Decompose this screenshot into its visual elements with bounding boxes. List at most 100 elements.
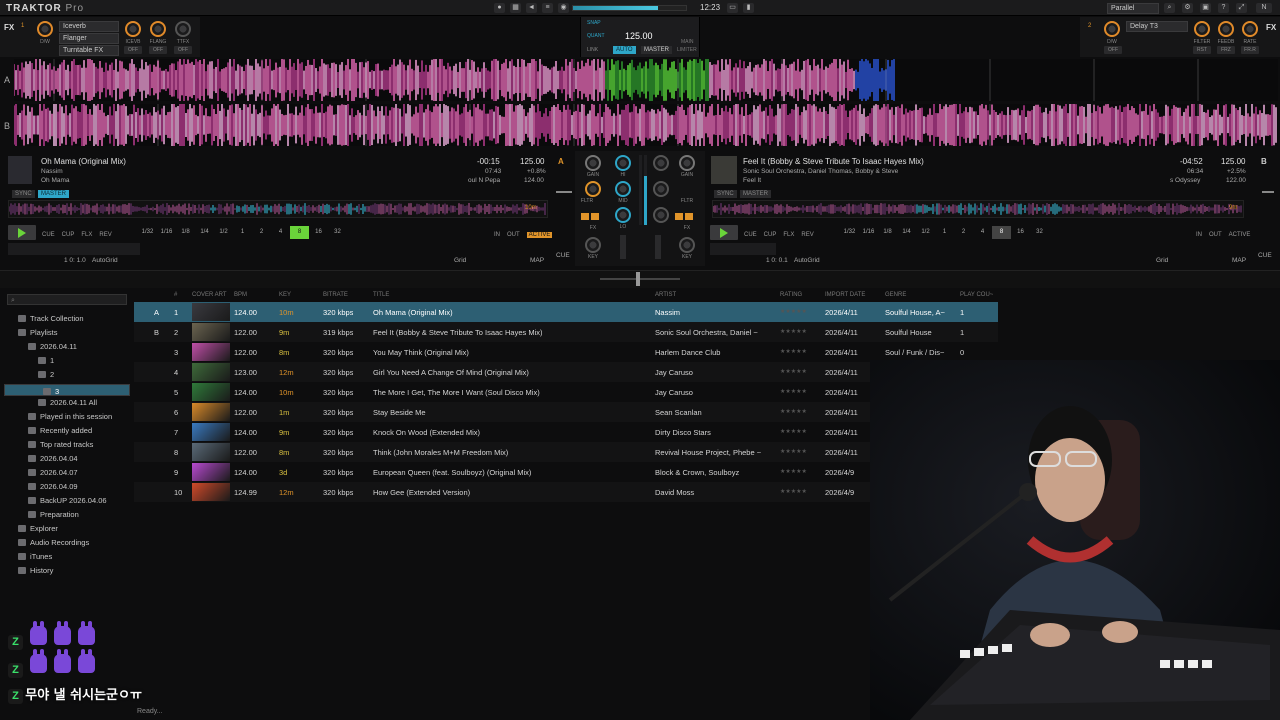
mixer-a-fx-knob[interactable]: [585, 181, 601, 197]
mixer-b-fx2-button[interactable]: [685, 213, 693, 220]
record-icon[interactable]: ●: [494, 3, 505, 13]
deck-b-overview[interactable]: [712, 200, 1244, 218]
column-header[interactable]: BPM: [234, 292, 247, 298]
fx-right-btn-2[interactable]: FRZ: [1217, 46, 1235, 54]
gear-icon[interactable]: ⚙: [1182, 3, 1193, 13]
mixer-a-channel-fader[interactable]: [620, 235, 626, 259]
column-header[interactable]: COVER ART: [192, 292, 227, 298]
fx-left-btn-2[interactable]: OFF: [149, 46, 167, 54]
table-row[interactable]: 7 124.00 9m 320 kbps Knock On Wood (Extended…: [134, 422, 998, 442]
table-row[interactable]: 6 122.00 1m 320 kbps Stay Beside Me Sean Scan…: [134, 402, 998, 422]
column-header[interactable]: TITLE: [373, 292, 389, 298]
deck-b-pitch-fader[interactable]: [1262, 191, 1274, 193]
deck-b-loop-1[interactable]: 1: [935, 226, 954, 239]
deck-a-active-button[interactable]: ACTIVE: [526, 232, 553, 238]
deck-b-rev-button[interactable]: REV: [801, 232, 813, 238]
row-rating-stars[interactable]: ★★★★★: [780, 328, 807, 335]
sidebar-item-explorer[interactable]: Explorer: [18, 524, 58, 533]
fx-left-knob-3[interactable]: [175, 21, 191, 37]
master-button[interactable]: MASTER: [641, 46, 673, 54]
row-rating-stars[interactable]: ★★★★★: [780, 368, 807, 375]
sidebar-item-audio-recordings[interactable]: Audio Recordings: [18, 538, 89, 547]
fx-left-slot-2[interactable]: Flanger: [59, 33, 119, 44]
fx-left-btn-1[interactable]: OFF: [124, 46, 142, 54]
deck-a-out-button[interactable]: OUT: [507, 232, 520, 238]
fx-left-dw-knob[interactable]: [37, 21, 53, 37]
table-row[interactable]: 4 123.00 12m 320 kbps Girl You Need A Change…: [134, 362, 998, 382]
deck-a-flx-button[interactable]: FLX: [81, 232, 92, 238]
deck-a-play-button[interactable]: [8, 225, 36, 240]
deck-a-in-button[interactable]: IN: [494, 232, 500, 238]
mixer-b-key-knob[interactable]: [679, 237, 695, 253]
sidebar-item-itunes[interactable]: iTunes: [18, 552, 52, 561]
row-rating-stars[interactable]: ★★★★★: [780, 468, 807, 475]
snap-label[interactable]: SNAP: [587, 20, 601, 26]
fx-right-feedb-knob[interactable]: [1218, 21, 1234, 37]
deck-a-loop-1-4[interactable]: 1/4: [195, 226, 214, 239]
deck-a-loop-4[interactable]: 4: [271, 226, 290, 239]
deck-a-loop-1-2[interactable]: 1/2: [214, 226, 233, 239]
deck-b-loop-1-16[interactable]: 1/16: [859, 226, 878, 239]
deck-b-loop-16[interactable]: 16: [1011, 226, 1030, 239]
fx-left-btn-3[interactable]: OFF: [174, 46, 192, 54]
deck-b-waveform[interactable]: [14, 104, 1278, 146]
broadcast-icon[interactable]: ◉: [558, 3, 569, 13]
column-header[interactable]: GENRE: [885, 292, 906, 298]
deck-b-bpm[interactable]: 125.00: [1221, 157, 1245, 166]
mixer-a-fx1-button[interactable]: [581, 213, 589, 220]
row-rating-stars[interactable]: ★★★★★: [780, 388, 807, 395]
deck-a-cue-button[interactable]: CUE: [42, 232, 55, 238]
column-header[interactable]: IMPORT DATE: [825, 292, 865, 298]
sidebar-item-track-collection[interactable]: Track Collection: [18, 314, 84, 323]
sidebar-item-2026-04-04[interactable]: 2026.04.04: [28, 454, 78, 463]
layout-icon[interactable]: ▣: [1200, 3, 1211, 13]
crossfader-handle[interactable]: [636, 272, 640, 286]
deck-a-loop-1-32[interactable]: 1/32: [138, 226, 157, 239]
deck-a-loop-1-8[interactable]: 1/8: [176, 226, 195, 239]
deck-a-bpm[interactable]: 125.00: [520, 157, 544, 166]
row-rating-stars[interactable]: ★★★★★: [780, 348, 807, 355]
row-rating-stars[interactable]: ★★★★★: [780, 308, 807, 315]
sidebar-item-recently-added[interactable]: Recently added: [28, 426, 92, 435]
table-row[interactable]: A 1 124.00 10m 320 kbps Oh Mama (Original Mix…: [134, 302, 998, 322]
deck-b-loop-4[interactable]: 4: [973, 226, 992, 239]
deck-a-autogrid[interactable]: AutoGrid: [92, 257, 118, 264]
deck-b-sync-button[interactable]: SYNC: [714, 190, 737, 198]
deck-a-master-button[interactable]: MASTER: [38, 190, 70, 198]
deck-b-in-button[interactable]: IN: [1196, 232, 1202, 238]
mixer-b-fx1-button[interactable]: [675, 213, 683, 220]
auto-button[interactable]: AUTO: [613, 46, 636, 54]
midi-icon[interactable]: ≡: [542, 3, 553, 13]
mixer-b-hi-knob[interactable]: [653, 155, 669, 171]
master-bpm[interactable]: 125.00: [625, 31, 653, 41]
row-rating-stars[interactable]: ★★★★★: [780, 448, 807, 455]
fx-left-knob-2[interactable]: [150, 21, 166, 37]
sidebar-item-history[interactable]: History: [18, 566, 53, 575]
deck-b-loop-1-4[interactable]: 1/4: [897, 226, 916, 239]
sidebar-item-played-in-this-session[interactable]: Played in this session: [28, 412, 112, 421]
deck-a-loop-16[interactable]: 16: [309, 226, 328, 239]
deck-a-overview[interactable]: [8, 200, 548, 218]
row-rating-stars[interactable]: ★★★★★: [780, 408, 807, 415]
deck-b-cue-label[interactable]: CUE: [1258, 252, 1272, 259]
deck-b-loop-32[interactable]: 32: [1030, 226, 1049, 239]
column-header[interactable]: PLAY COU~: [960, 292, 993, 298]
deck-b-cue-button[interactable]: CUE: [744, 232, 757, 238]
deck-b-map[interactable]: MAP: [1232, 257, 1246, 264]
fx-right-btn-1[interactable]: RST: [1193, 46, 1211, 54]
deck-b-out-button[interactable]: OUT: [1209, 232, 1222, 238]
fx-right-btn-3[interactable]: FR.R: [1241, 46, 1259, 54]
quant-label[interactable]: QUANT: [587, 33, 605, 39]
table-row[interactable]: 10 124.99 12m 320 kbps How Gee (Extended Ver…: [134, 482, 998, 502]
help-icon[interactable]: ?: [1218, 3, 1229, 13]
sidebar-item-2026-04-09[interactable]: 2026.04.09: [28, 482, 78, 491]
deck-a-waveform[interactable]: [14, 59, 1278, 101]
table-row[interactable]: 5 124.00 10m 320 kbps The More I Get, The Mo…: [134, 382, 998, 402]
mixer-a-hi-knob[interactable]: [615, 155, 631, 171]
sidebar-item-preparation[interactable]: Preparation: [28, 510, 79, 519]
fx-right-off-button[interactable]: OFF: [1104, 46, 1122, 54]
table-row[interactable]: B 2 122.00 9m 319 kbps Feel It (Bobby & Steve…: [134, 322, 998, 342]
fx-right-filter-knob[interactable]: [1194, 21, 1210, 37]
mixer-b-lo-knob[interactable]: [653, 207, 669, 223]
deck-a-pitch-fader[interactable]: [556, 191, 572, 193]
